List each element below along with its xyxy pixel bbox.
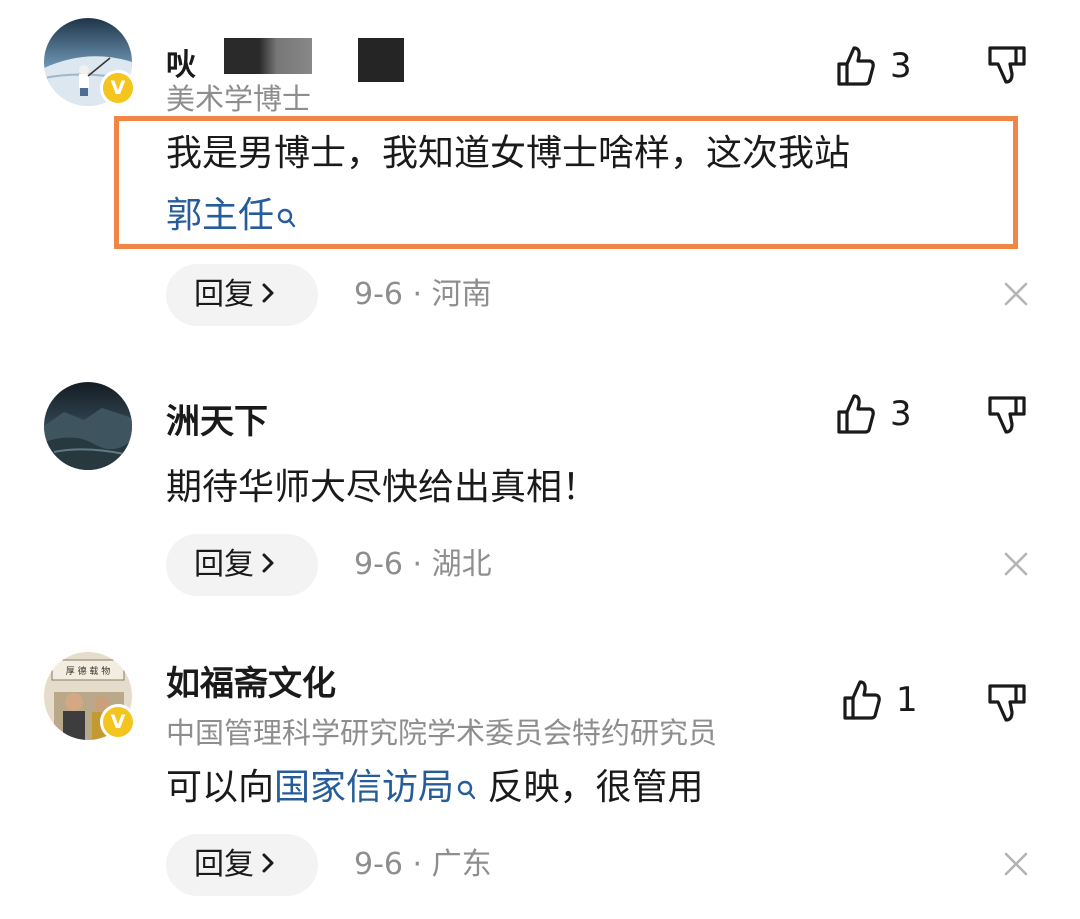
close-button[interactable] [1002, 850, 1030, 882]
reply-label: 回复 [194, 847, 254, 882]
like-button[interactable]: 3 [836, 44, 912, 88]
avatar[interactable]: 厚 德 载 物 V [44, 652, 136, 740]
search-link-label: 国家信访局 [274, 767, 455, 808]
like-button[interactable]: 3 [836, 392, 912, 436]
comment-item-2: 洲天下 期待华师大尽快给出真相！ 回复 9-6 · 湖北 3 [0, 340, 1080, 630]
close-button[interactable] [1002, 550, 1030, 582]
comment-meta: 9-6 · 广东 [354, 847, 492, 882]
dislike-button[interactable] [986, 394, 1030, 442]
highlight-annotation-box [114, 116, 1018, 249]
chevron-right-icon [260, 265, 276, 327]
user-title: 美术学博士 [166, 82, 312, 116]
reply-button[interactable]: 回复 [166, 534, 318, 596]
comment-text-after: 反映，很管用 [476, 767, 704, 808]
comment-text: 可以向国家信访局 反映，很管用 [166, 758, 703, 820]
user-title: 中国管理科学研究院学术委员会特约研究员 [166, 716, 718, 750]
dislike-button[interactable] [986, 44, 1030, 92]
close-icon [1004, 282, 1028, 306]
comment-item-1: V 吙 美术学博士 我是男博士，我知道女博士啥样，这次我站 郭主任 回复 9-6… [0, 0, 1080, 340]
svg-text:厚 德 载 物: 厚 德 载 物 [66, 665, 111, 677]
verified-badge-icon: V [100, 70, 136, 106]
reply-button[interactable]: 回复 [166, 834, 318, 896]
like-button[interactable]: 1 [842, 678, 918, 722]
thumbs-down-icon [988, 46, 1026, 84]
avatar[interactable] [44, 382, 132, 470]
username-redaction [358, 38, 404, 82]
reply-label: 回复 [194, 277, 254, 312]
comment-item-3: 厚 德 载 物 V 如福斋文化 中国管理科学研究院学术委员会特约研究员 可以向国… [0, 630, 1080, 919]
thumbs-up-icon [837, 46, 875, 86]
comment-meta: 9-6 · 湖北 [354, 547, 492, 582]
comment-meta: 9-6 · 河南 [354, 277, 492, 312]
chevron-right-icon [260, 535, 276, 597]
reply-button[interactable]: 回复 [166, 264, 318, 326]
thumbs-up-icon [837, 394, 875, 434]
comment-text-before: 可以向 [166, 767, 275, 808]
username-redaction [224, 38, 312, 74]
like-count: 3 [890, 394, 912, 434]
search-link[interactable]: 国家信访局 [274, 767, 476, 808]
username[interactable]: 如福斋文化 [166, 656, 336, 705]
close-button[interactable] [1002, 280, 1030, 312]
comment-text: 期待华师大尽快给出真相！ [166, 467, 599, 508]
thumbs-down-icon [988, 396, 1026, 434]
avatar-image [44, 382, 132, 470]
dislike-button[interactable] [986, 682, 1030, 730]
like-count: 3 [890, 46, 912, 86]
like-count: 1 [896, 680, 918, 720]
verified-badge-icon: V [100, 704, 136, 740]
thumbs-down-icon [988, 684, 1026, 722]
search-icon [456, 760, 476, 820]
avatar[interactable]: V [44, 18, 136, 106]
thumbs-up-icon [843, 680, 881, 720]
username[interactable]: 洲天下 [166, 394, 268, 443]
reply-label: 回复 [194, 547, 254, 582]
close-icon [1004, 552, 1028, 576]
chevron-right-icon [260, 835, 276, 897]
close-icon [1004, 852, 1028, 876]
